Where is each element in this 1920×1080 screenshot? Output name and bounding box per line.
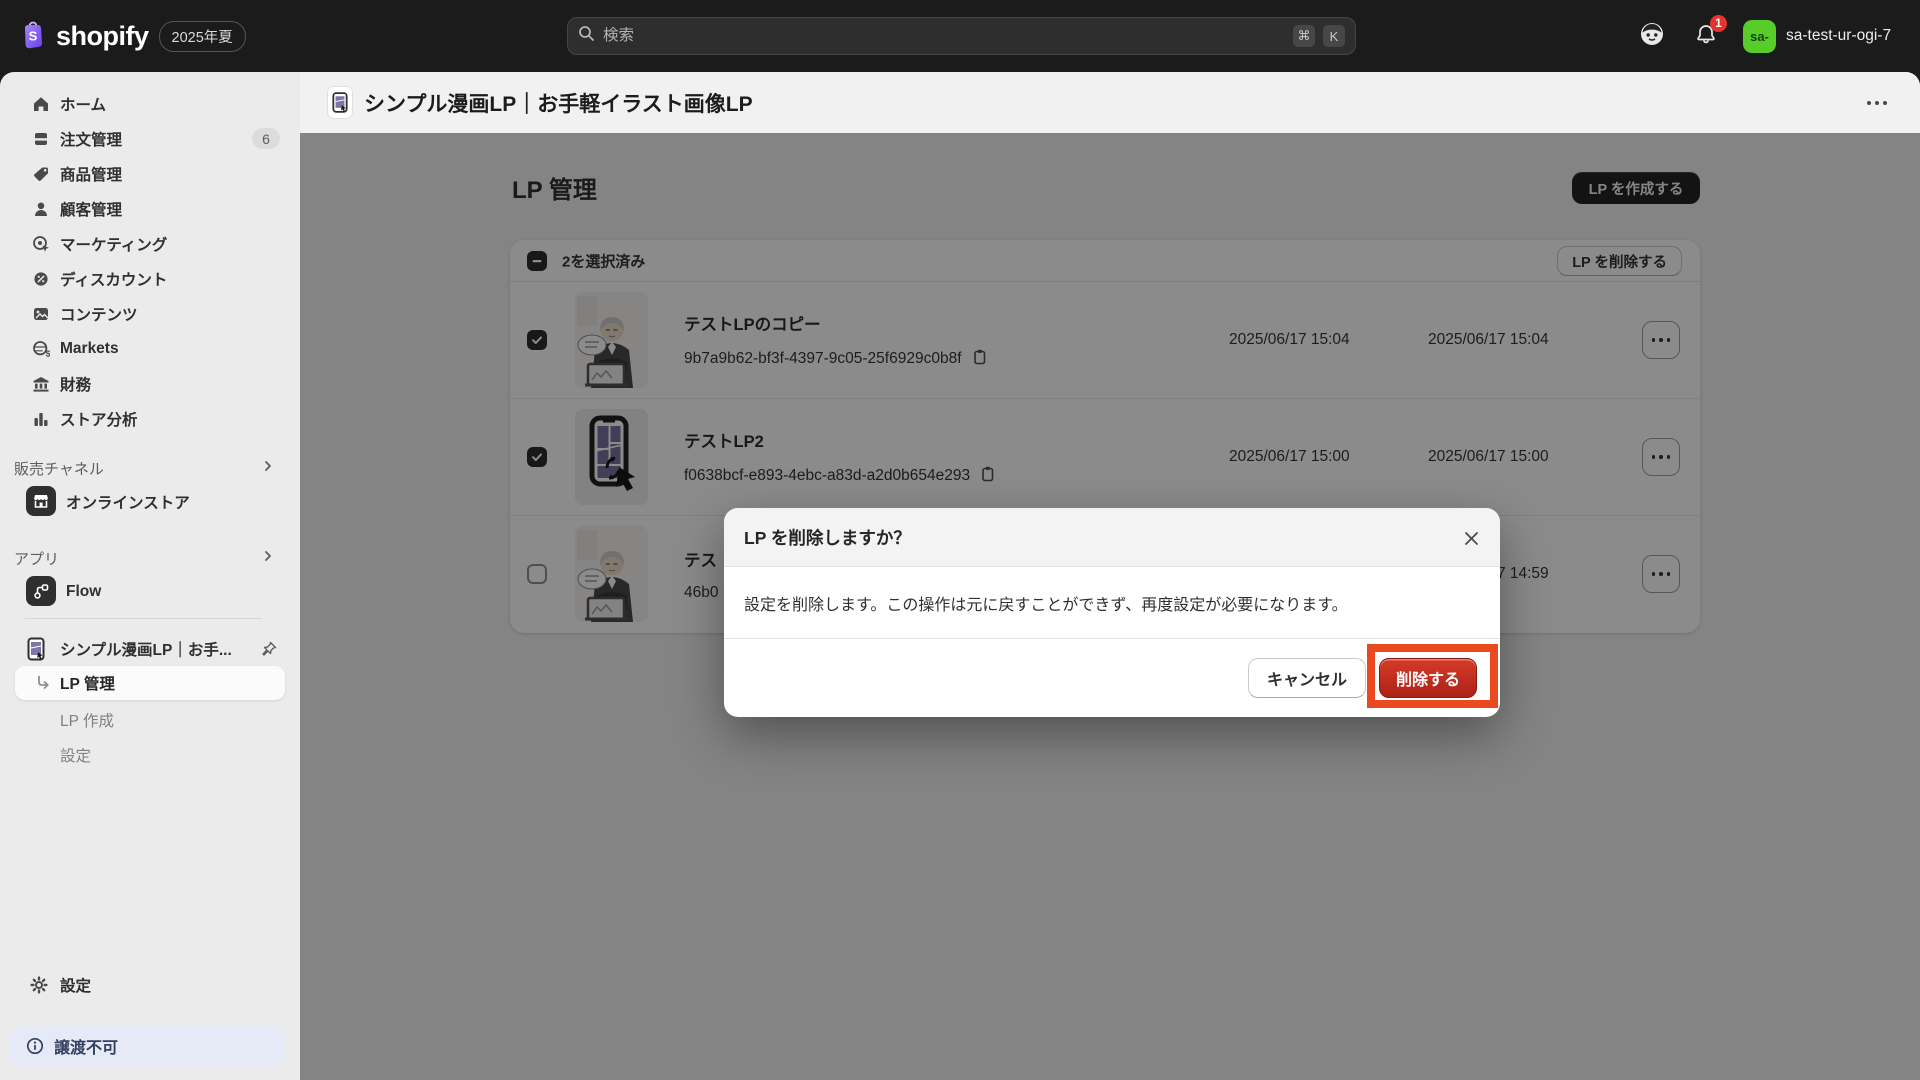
orders-count-badge: 6 [252, 128, 280, 149]
shopify-logo[interactable]: S shopify 2025年夏 [20, 0, 246, 72]
sidebar-item-finance[interactable]: 財務 [0, 366, 300, 401]
sidebar-item-pinned-app[interactable]: シンプル漫画LP｜お手... [0, 632, 300, 666]
section-sales-channels[interactable]: 販売チャネル [14, 457, 286, 479]
target-cursor-icon [32, 235, 50, 253]
modal-header: LP を削除しますか？ [724, 508, 1500, 567]
modal-body: 設定を削除します。この操作は元に戻すことができず、再度設定が必要になります。 [724, 567, 1500, 638]
sidebar-item-products[interactable]: 商品管理 [0, 156, 300, 191]
modal-title: LP を削除しますか？ [744, 527, 911, 548]
bar-chart-icon [32, 410, 50, 428]
topbar: S shopify 2025年夏 ⌘ K 1 [0, 0, 1920, 72]
sidebar-item-content[interactable]: コンテンツ [0, 296, 300, 331]
svg-text:$: $ [46, 348, 50, 357]
sidebar-item-app-settings[interactable]: 設定 [60, 744, 91, 766]
chevron-right-icon [260, 548, 276, 569]
sidebar-item-orders[interactable]: 注文管理 6 [0, 121, 300, 156]
app-header-menu-button[interactable] [1862, 94, 1892, 112]
app-title: シンプル漫画LP｜お手軽イラスト画像LP [364, 92, 753, 116]
sidebar-item-lp-create[interactable]: LP 作成 [60, 709, 114, 731]
gear-icon [30, 975, 48, 994]
bank-icon [32, 375, 50, 393]
global-search[interactable]: ⌘ K [567, 17, 1356, 55]
discount-icon [32, 270, 50, 288]
svg-text:S: S [29, 28, 38, 43]
modal-message: 設定を削除します。この操作は元に戻すことができず、再度設定が必要になります。 [744, 596, 1348, 614]
notification-count-badge: 1 [1710, 15, 1727, 32]
sidebar-item-settings[interactable]: 設定 [0, 967, 300, 1002]
delete-confirm-button[interactable]: 削除する [1378, 658, 1477, 698]
avatar[interactable]: sa- [1743, 20, 1776, 53]
store-name[interactable]: sa-test-ur-ogi-7 [1786, 0, 1891, 72]
home-icon [32, 95, 50, 113]
sidebar-item-marketing[interactable]: マーケティング [0, 226, 300, 261]
globe-dollar-icon: $ [32, 340, 50, 358]
orders-icon [32, 130, 50, 148]
sidebar-item-analytics[interactable]: ストア分析 [0, 401, 300, 436]
cancel-button[interactable]: キャンセル [1247, 658, 1366, 698]
sub-arrow-icon [35, 675, 51, 696]
shopify-bag-icon: S [20, 19, 46, 54]
version-badge: 2025年夏 [158, 20, 246, 52]
sidekick-button[interactable] [1638, 22, 1666, 50]
sidebar-item-markets[interactable]: $ Markets [0, 331, 300, 366]
ellipsis-icon [1867, 101, 1887, 105]
sidebar-item-customers[interactable]: 顧客管理 [0, 191, 300, 226]
transfer-disabled-notice: 譲渡不可 [10, 1025, 285, 1067]
sidebar-item-home[interactable]: ホーム [0, 86, 300, 121]
command-key: ⌘ [1293, 25, 1315, 47]
search-input[interactable] [603, 27, 1285, 45]
app-phone-icon [27, 637, 45, 666]
sidebar-divider [25, 618, 262, 619]
shopify-wordmark: shopify [56, 20, 149, 51]
sidekick-face-icon [1639, 21, 1665, 52]
sidebar-item-online-store[interactable]: オンラインストア [0, 484, 300, 520]
tag-icon [32, 165, 50, 183]
section-apps[interactable]: アプリ [14, 547, 286, 569]
storefront-icon [26, 486, 56, 516]
person-icon [32, 200, 50, 218]
pin-icon[interactable] [261, 641, 277, 662]
app-header: シンプル漫画LP｜お手軽イラスト画像LP [300, 72, 1920, 133]
sidebar-item-discounts[interactable]: ディスカウント [0, 261, 300, 296]
k-key: K [1323, 25, 1345, 47]
modal-footer: キャンセル 削除する [724, 638, 1500, 717]
image-icon [32, 305, 50, 323]
sidebar-item-lp-management[interactable]: LP 管理 [15, 666, 285, 700]
chevron-right-icon [260, 458, 276, 479]
info-icon [26, 1037, 44, 1060]
search-icon [578, 25, 595, 47]
close-icon[interactable] [1458, 525, 1484, 551]
sidebar: ホーム 注文管理 6 商品管理 顧客管理 マーケティング ディスカウント コンテ… [0, 72, 300, 1080]
sidebar-item-flow[interactable]: Flow [0, 574, 300, 610]
notifications-button[interactable]: 1 [1692, 15, 1727, 50]
delete-confirmation-modal: LP を削除しますか？ 設定を削除します。この操作は元に戻すことができず、再度設… [724, 508, 1500, 717]
flow-icon [26, 576, 56, 606]
app-icon [328, 87, 352, 118]
